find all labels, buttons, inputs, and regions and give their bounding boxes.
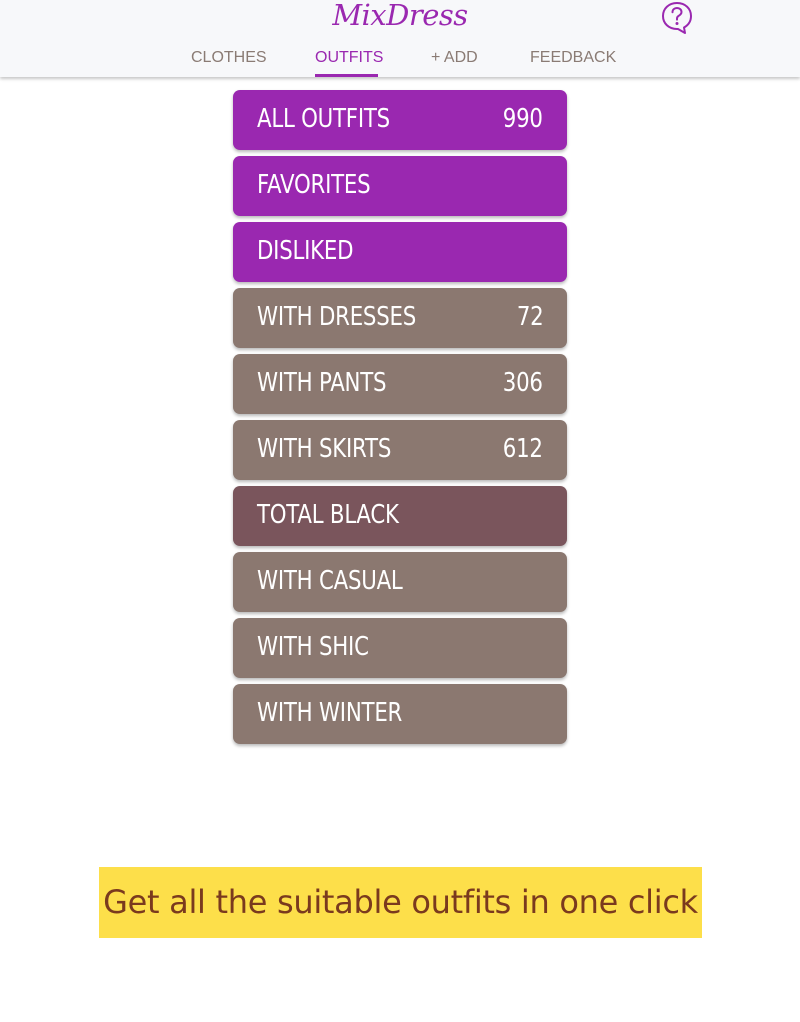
category-with-dresses[interactable]: With dresses 72 <box>233 288 567 348</box>
app-page: MixDress CLOTHES OUTFITS + ADD FEEDBACK … <box>0 0 800 1022</box>
category-total-black[interactable]: Total black <box>233 486 567 546</box>
category-count: 72 <box>516 302 543 332</box>
tab-clothes[interactable]: CLOTHES <box>191 44 267 77</box>
category-label: All outfits <box>257 104 390 134</box>
category-label: With winter <box>257 698 403 728</box>
category-label: Total black <box>257 500 399 530</box>
category-count: 990 <box>503 104 543 134</box>
category-label: With shic <box>257 632 369 662</box>
question-bubble-icon <box>662 2 692 34</box>
category-with-casual[interactable]: With casual <box>233 552 567 612</box>
category-with-skirts[interactable]: With skirts 612 <box>233 420 567 480</box>
main-nav: CLOTHES OUTFITS + ADD FEEDBACK <box>0 44 800 77</box>
category-with-shic[interactable]: With shic <box>233 618 567 678</box>
category-label: With dresses <box>257 302 417 332</box>
category-label: With skirts <box>257 434 392 464</box>
category-label: With pants <box>257 368 387 398</box>
category-label: Favorites <box>257 170 371 200</box>
category-label: With casual <box>257 566 403 596</box>
category-all-outfits[interactable]: All outfits 990 <box>233 90 567 150</box>
category-with-pants[interactable]: With pants 306 <box>233 354 567 414</box>
category-label: Disliked <box>257 236 354 266</box>
category-disliked[interactable]: Disliked <box>233 222 567 282</box>
category-count: 612 <box>503 434 543 464</box>
tab-outfits[interactable]: OUTFITS <box>315 44 383 77</box>
help-button[interactable] <box>661 1 693 35</box>
app-header: MixDress CLOTHES OUTFITS + ADD FEEDBACK <box>0 0 800 77</box>
promo-banner: Get all the suitable outfits in one clic… <box>99 867 702 938</box>
tab-feedback[interactable]: FEEDBACK <box>530 44 616 77</box>
category-with-winter[interactable]: With winter <box>233 684 567 744</box>
outfit-category-list: All outfits 990 Favorites Disliked With … <box>233 90 567 750</box>
category-count: 306 <box>503 368 543 398</box>
tab-add[interactable]: + ADD <box>431 44 478 77</box>
category-favorites[interactable]: Favorites <box>233 156 567 216</box>
